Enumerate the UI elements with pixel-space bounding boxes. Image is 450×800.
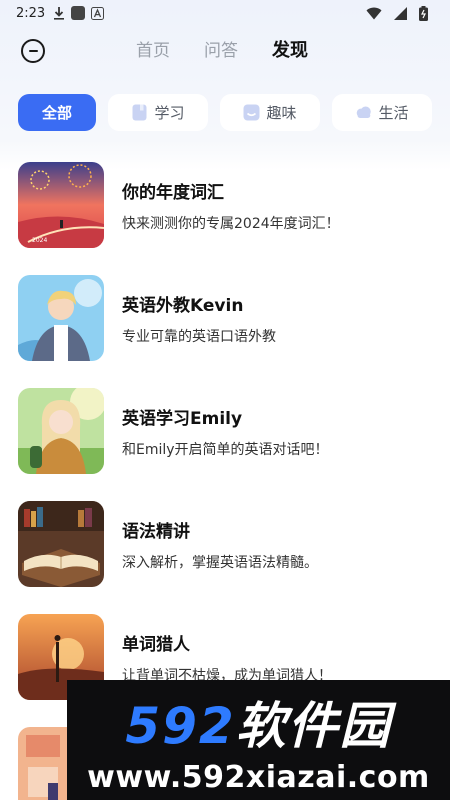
watermark-logo: 592软件园 xyxy=(125,696,392,755)
emily-avatar-thumbnail xyxy=(18,388,104,474)
item-title: 语法精讲 xyxy=(122,521,190,542)
watermark-url: www.592xiazai.com xyxy=(87,759,430,795)
tab-qa[interactable]: 问答 xyxy=(204,36,238,61)
chip-label: 全部 xyxy=(41,104,72,122)
list-item-grammar[interactable]: 语法精讲 深入解析，掌握英语语法精髓。 xyxy=(18,501,438,587)
tab-home[interactable]: 首页 xyxy=(136,36,170,61)
a-notification-icon xyxy=(91,6,105,20)
list-item-annual-words[interactable]: 2024 你的年度词汇 快来测测你的专属2024年度词汇！ xyxy=(18,162,438,248)
item-title: 单词猎人 xyxy=(122,634,190,655)
chip-label: 生活 xyxy=(378,104,409,122)
watermark-banner: 592软件园 www.592xiazai.com xyxy=(67,680,450,800)
smile-icon xyxy=(243,104,260,121)
nav-tabs: 首页 问答 发现 xyxy=(136,36,308,62)
app-notification-icon xyxy=(71,6,86,20)
chip-fun[interactable]: 趣味 xyxy=(220,94,320,131)
item-title: 英语外教Kevin xyxy=(122,295,244,316)
chip-label: 趣味 xyxy=(266,104,297,122)
battery-icon xyxy=(419,5,428,21)
status-bar: 2:23 xyxy=(0,0,450,26)
top-nav: 首页 问答 发现 xyxy=(0,28,450,72)
minus-icon xyxy=(28,49,38,53)
grammar-book-thumbnail xyxy=(18,501,104,587)
item-title: 英语学习Emily xyxy=(122,408,243,429)
category-chips: 全部 学习 趣味 生活 xyxy=(18,94,432,131)
chip-study[interactable]: 学习 xyxy=(108,94,208,131)
kevin-avatar-thumbnail xyxy=(18,275,104,361)
annual-words-thumbnail: 2024 xyxy=(18,162,104,248)
cloud-icon xyxy=(355,104,372,121)
item-title: 你的年度词汇 xyxy=(122,182,224,203)
chip-label: 学习 xyxy=(154,104,185,122)
thumb-2024-label: 2024 xyxy=(32,237,47,244)
item-description: 和Emily开启简单的英语对话吧！ xyxy=(122,441,329,458)
chip-all[interactable]: 全部 xyxy=(18,94,96,131)
menu-button[interactable] xyxy=(21,39,45,63)
signal-icon xyxy=(394,6,407,20)
list-item-study-emily[interactable]: 英语学习Emily 和Emily开启简单的英语对话吧！ xyxy=(18,388,438,474)
wifi-icon xyxy=(366,7,382,20)
item-description: 深入解析，掌握英语语法精髓。 xyxy=(122,554,318,571)
download-icon xyxy=(53,6,65,20)
chip-life[interactable]: 生活 xyxy=(332,94,432,131)
list-item-tutor-kevin[interactable]: 英语外教Kevin 专业可靠的英语口语外教 xyxy=(18,275,438,361)
status-time: 2:23 xyxy=(16,5,46,21)
tab-discover[interactable]: 发现 xyxy=(272,36,308,62)
item-description: 专业可靠的英语口语外教 xyxy=(122,328,276,345)
book-icon xyxy=(131,104,148,121)
item-description: 快来测测你的专属2024年度词汇！ xyxy=(122,215,340,232)
